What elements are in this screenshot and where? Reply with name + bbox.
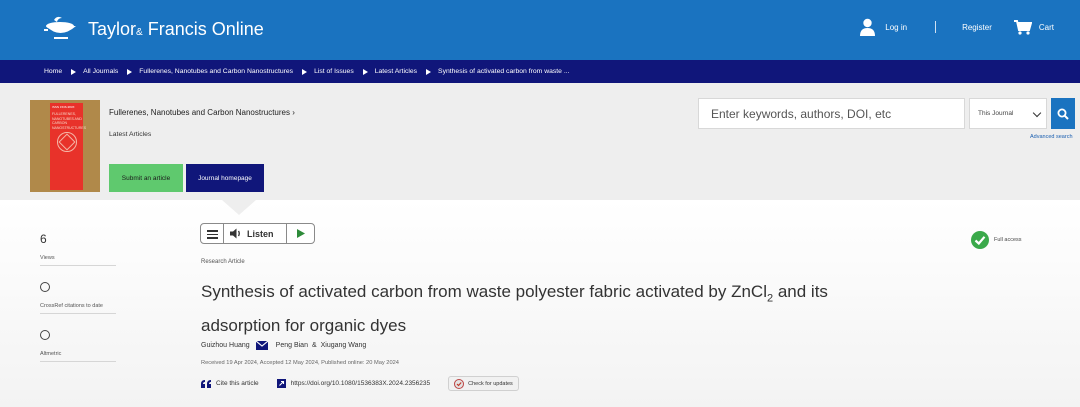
logo-text: Taylor& Francis Online [88, 19, 264, 40]
breadcrumb-arrow-icon [127, 68, 133, 75]
logo-word-francis: Francis Online [147, 18, 264, 39]
menu-icon-line [207, 233, 218, 236]
article-actions: Cite this article https://doi.org/10.108… [201, 376, 519, 391]
logo-amp: & [136, 26, 143, 38]
speaker-icon [230, 228, 240, 239]
journal-name-link[interactable]: Fullerenes, Nanotubes and Carbon Nanostr… [109, 108, 295, 117]
site-header: Taylor& Francis Online Log in Register C… [0, 0, 1080, 60]
play-button[interactable] [287, 229, 314, 238]
access-label: Full access [994, 237, 1022, 243]
check-circle-icon [971, 231, 989, 249]
listen-label: Listen [247, 228, 274, 239]
publication-dates: Received 19 Apr 2024, Accepted 12 May 20… [201, 360, 399, 366]
doi-link[interactable]: https://doi.org/10.1080/1536383X.2024.23… [276, 379, 431, 388]
play-icon [296, 229, 305, 238]
crossmark-icon [454, 378, 465, 389]
access-status: Full access [971, 231, 1022, 249]
cite-label: Cite this article [216, 380, 259, 387]
cover-title: FULLERENES, NANOTUBES AND CARBON NANOSTR… [52, 112, 87, 130]
menu-icon [207, 230, 218, 232]
search-button[interactable] [1051, 98, 1075, 129]
altmetric-metric[interactable]: Altmetric [40, 330, 116, 362]
article-type: Research Article [201, 259, 245, 265]
login-link[interactable]: Log in [860, 18, 907, 36]
chevron-down-icon [1032, 108, 1042, 118]
user-icon [860, 18, 876, 36]
doi-text: https://doi.org/10.1080/1536383X.2024.23… [290, 380, 431, 387]
cart-link[interactable]: Cart [1013, 19, 1054, 35]
lamp-logo-icon [44, 16, 76, 39]
logo-word-taylor: Taylor [88, 18, 137, 39]
breadcrumb: Home All Journals Fullerenes, Nanotubes … [0, 60, 1080, 83]
breadcrumb-home[interactable]: Home [44, 68, 62, 75]
listen-button[interactable]: Listen [224, 224, 287, 243]
views-metric: 6 Views [40, 232, 116, 266]
cart-icon [1013, 19, 1032, 35]
advanced-search-link[interactable]: Advanced search [1030, 134, 1073, 140]
author-link[interactable]: Xiugang Wang [321, 342, 367, 349]
envelope-icon[interactable] [255, 341, 268, 350]
crossref-label: CrossRef citations to date [40, 303, 116, 314]
header-divider [935, 21, 937, 33]
article-title: Synthesis of activated carbon from waste… [201, 278, 841, 340]
breadcrumb-latest-articles[interactable]: Latest Articles [375, 68, 417, 75]
register-link[interactable]: Register [962, 23, 992, 32]
author-amp: & [311, 342, 317, 349]
author-link[interactable]: Guizhou Huang [201, 342, 250, 349]
check-updates-label: Check for updates [468, 380, 513, 387]
author-link[interactable]: Peng Bian [276, 342, 308, 349]
breadcrumb-all-journals[interactable]: All Journals [83, 68, 118, 75]
views-label: Views [40, 255, 116, 266]
search-scope-value: This Journal [978, 110, 1014, 117]
header-actions: Log in Register Cart [860, 18, 1054, 36]
banner-pointer [222, 200, 256, 215]
chevron-right-icon: › [292, 108, 295, 117]
title-text: Synthesis of activated carbon from waste… [201, 282, 767, 301]
breadcrumb-arrow-icon [71, 68, 77, 75]
breadcrumb-journal[interactable]: Fullerenes, Nanotubes and Carbon Nanostr… [139, 68, 293, 75]
check-for-updates-button[interactable]: Check for updates [448, 376, 519, 391]
external-link-icon [276, 379, 286, 388]
site-logo[interactable]: Taylor& Francis Online [40, 14, 264, 44]
quote-icon [201, 379, 211, 388]
breadcrumb-current-article: Synthesis of activated carbon from waste… [438, 68, 570, 75]
breadcrumb-arrow-icon [362, 68, 368, 75]
login-label: Log in [885, 22, 908, 32]
breadcrumb-arrow-icon [302, 68, 308, 75]
cite-article-link[interactable]: Cite this article [201, 379, 259, 388]
cart-label: Cart [1038, 22, 1054, 32]
menu-icon-line [207, 237, 218, 239]
journal-cover[interactable]: ISSN 1536-383X FULLERENES, NANOTUBES AND… [30, 100, 100, 192]
crossref-circle-icon [40, 282, 50, 292]
altmetric-label: Altmetric [40, 351, 116, 362]
author-list: Guizhou Huang Peng Bian & Xiugang Wang [201, 341, 366, 350]
views-count: 6 [40, 232, 47, 246]
journal-name: Fullerenes, Nanotubes and Carbon Nanostr… [109, 108, 290, 117]
listen-menu-button[interactable] [201, 224, 224, 243]
register-label: Register [962, 22, 992, 32]
journal-homepage-button[interactable]: Journal homepage [186, 164, 264, 192]
submit-article-button[interactable]: Submit an article [109, 164, 183, 192]
search-scope-select[interactable]: This Journal [969, 98, 1047, 129]
search-icon [1057, 108, 1069, 120]
altmetric-circle-icon [40, 330, 50, 340]
search-input[interactable] [698, 98, 965, 129]
breadcrumb-arrow-icon [426, 68, 432, 75]
latest-articles-link[interactable]: Latest Articles [109, 131, 151, 138]
cover-issn: ISSN 1536-383X [52, 105, 75, 109]
breadcrumb-list-of-issues[interactable]: List of Issues [314, 68, 354, 75]
crossref-metric[interactable]: CrossRef citations to date [40, 282, 116, 314]
journal-banner: ISSN 1536-383X FULLERENES, NANOTUBES AND… [0, 83, 1080, 200]
listen-widget: Listen [200, 223, 315, 244]
